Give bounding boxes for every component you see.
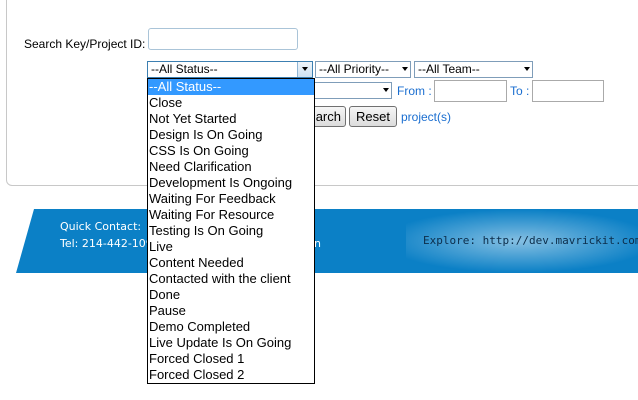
priority-select-value: --All Priority-- (319, 62, 389, 76)
status-option[interactable]: Pause (148, 303, 314, 319)
status-option[interactable]: Development Is Ongoing (148, 175, 314, 191)
status-dropdown-list[interactable]: --All Status-- Close Not Yet Started Design… (147, 78, 315, 384)
from-label: From : (397, 84, 432, 98)
search-key-label: Search Key/Project ID: (24, 37, 146, 51)
status-select[interactable]: --All Status-- (147, 61, 313, 78)
status-option[interactable]: Forced Closed 2 (148, 367, 314, 383)
status-option[interactable]: Demo Completed (148, 319, 314, 335)
status-option[interactable]: Live (148, 239, 314, 255)
status-option[interactable]: --All Status-- (148, 79, 314, 95)
footer-partial-text: n (314, 237, 321, 250)
from-date-input[interactable] (434, 80, 507, 102)
status-option[interactable]: Close (148, 95, 314, 111)
team-select[interactable]: --All Team-- (414, 61, 533, 78)
status-option[interactable]: Live Update Is On Going (148, 335, 314, 351)
status-option[interactable]: Waiting For Resource (148, 207, 314, 223)
priority-select[interactable]: --All Priority-- (315, 61, 411, 78)
reset-button[interactable]: Reset (349, 106, 397, 127)
status-option[interactable]: Need Clarification (148, 159, 314, 175)
quick-contact-label: Quick Contact: (60, 220, 142, 233)
status-option[interactable]: CSS Is On Going (148, 143, 314, 159)
to-date-input[interactable] (532, 80, 604, 102)
team-select-value: --All Team-- (418, 62, 480, 76)
telephone-text: Tel: 214-442-109 (60, 237, 153, 250)
chevron-down-icon (524, 67, 530, 71)
status-option[interactable]: Not Yet Started (148, 111, 314, 127)
status-option[interactable]: Forced Closed 1 (148, 351, 314, 367)
status-option[interactable]: Done (148, 287, 314, 303)
status-option[interactable]: Testing Is On Going (148, 223, 314, 239)
project-link[interactable]: project(s) (401, 110, 451, 124)
status-option[interactable]: Design Is On Going (148, 127, 314, 143)
chevron-down-icon (383, 88, 389, 92)
status-option[interactable]: Content Needed (148, 255, 314, 271)
status-option[interactable]: Waiting For Feedback (148, 191, 314, 207)
status-option[interactable]: Contacted with the client (148, 271, 314, 287)
chevron-down-icon (302, 67, 308, 71)
explore-link[interactable]: Explore: http://dev.mavrickit.com/PMT (423, 234, 638, 247)
chevron-down-icon (402, 67, 408, 71)
search-key-input[interactable] (148, 28, 298, 50)
to-label: To : (510, 84, 530, 98)
secondary-select[interactable] (310, 82, 392, 99)
status-select-value: --All Status-- (151, 62, 218, 76)
